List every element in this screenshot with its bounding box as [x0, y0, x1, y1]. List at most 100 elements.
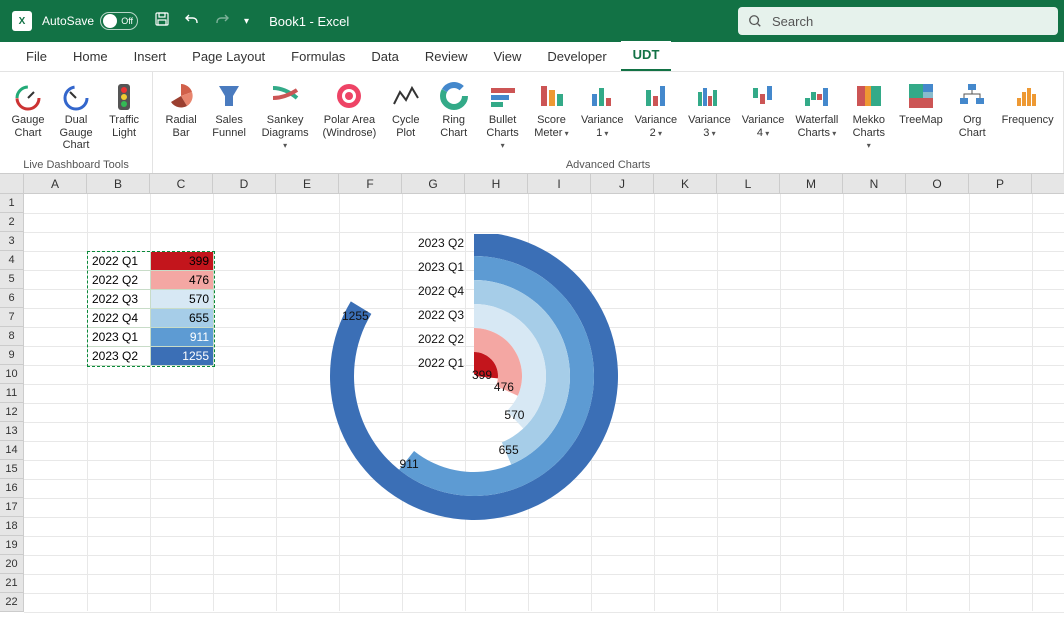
row-header-4[interactable]: 4 — [0, 251, 24, 270]
cell-value[interactable]: 911 — [151, 328, 214, 347]
tab-data[interactable]: Data — [359, 43, 410, 71]
ribbon-btn-variance-2[interactable]: Variance2 — [629, 76, 683, 157]
ribbon-btn-sankey-diagrams[interactable]: SankeyDiagrams — [253, 76, 317, 157]
row-header-21[interactable]: 21 — [0, 574, 24, 593]
col-header-G[interactable]: G — [402, 174, 465, 193]
tab-file[interactable]: File — [14, 43, 59, 71]
ribbon-btn-variance-1[interactable]: Variance1 — [575, 76, 629, 157]
row-header-22[interactable]: 22 — [0, 593, 24, 612]
col-header-O[interactable]: O — [906, 174, 969, 193]
ribbon-btn-variance-3[interactable]: Variance3 — [683, 76, 737, 157]
row-header-6[interactable]: 6 — [0, 289, 24, 308]
row-header-9[interactable]: 9 — [0, 346, 24, 365]
ribbon-btn-score-meter[interactable]: ScoreMeter — [527, 76, 575, 157]
tab-insert[interactable]: Insert — [122, 43, 179, 71]
tab-developer[interactable]: Developer — [535, 43, 618, 71]
tab-page-layout[interactable]: Page Layout — [180, 43, 277, 71]
ribbon-btn-cycle-plot[interactable]: CyclePlot — [382, 76, 430, 157]
row-header-7[interactable]: 7 — [0, 308, 24, 327]
ribbon-btn-frequency[interactable]: Frequency — [996, 76, 1059, 157]
row-header-19[interactable]: 19 — [0, 536, 24, 555]
col-header-B[interactable]: B — [87, 174, 150, 193]
ribbon-btn-variance-4[interactable]: Variance4 — [736, 76, 790, 157]
ribbon-btn-org-chart[interactable]: OrgChart — [948, 76, 996, 157]
row-header-2[interactable]: 2 — [0, 213, 24, 232]
save-icon[interactable] — [154, 11, 170, 32]
row-header-11[interactable]: 11 — [0, 384, 24, 403]
ribbon-btn-sales-funnel[interactable]: SalesFunnel — [205, 76, 253, 157]
table-row[interactable]: 2023 Q1911 — [88, 328, 214, 347]
col-header-C[interactable]: C — [150, 174, 213, 193]
ribbon-btn-traffic-light[interactable]: TrafficLight — [100, 76, 148, 157]
cell-value[interactable]: 1255 — [151, 347, 214, 366]
cell-value[interactable]: 570 — [151, 290, 214, 309]
col-header-A[interactable]: A — [24, 174, 87, 193]
col-header-E[interactable]: E — [276, 174, 339, 193]
cell-label[interactable]: 2022 Q2 — [88, 271, 151, 290]
table-row[interactable]: 2022 Q2476 — [88, 271, 214, 290]
cell-value[interactable]: 399 — [151, 252, 214, 271]
col-header-K[interactable]: K — [654, 174, 717, 193]
select-all-corner[interactable] — [0, 174, 24, 193]
spreadsheet[interactable]: ABCDEFGHIJKLMNOP 12345678910111213141516… — [0, 174, 1064, 611]
table-row[interactable]: 2022 Q1399 — [88, 252, 214, 271]
ribbon-btn-bullet-charts[interactable]: BulletCharts — [478, 76, 528, 157]
tab-review[interactable]: Review — [413, 43, 480, 71]
qat-customize-icon[interactable]: ▾ — [244, 16, 249, 27]
toggle-switch[interactable]: Off — [100, 12, 138, 30]
row-header-13[interactable]: 13 — [0, 422, 24, 441]
table-row[interactable]: 2022 Q4655 — [88, 309, 214, 328]
col-header-F[interactable]: F — [339, 174, 402, 193]
table-row[interactable]: 2022 Q3570 — [88, 290, 214, 309]
row-header-3[interactable]: 3 — [0, 232, 24, 251]
col-header-J[interactable]: J — [591, 174, 654, 193]
ribbon-btn-radial-bar[interactable]: RadialBar — [157, 76, 205, 157]
row-header-14[interactable]: 14 — [0, 441, 24, 460]
row-header-17[interactable]: 17 — [0, 498, 24, 517]
tab-view[interactable]: View — [481, 43, 533, 71]
cell-value[interactable]: 476 — [151, 271, 214, 290]
row-header-12[interactable]: 12 — [0, 403, 24, 422]
autosave-label: AutoSave — [42, 14, 94, 28]
col-header-H[interactable]: H — [465, 174, 528, 193]
undo-icon[interactable] — [184, 11, 200, 32]
grid[interactable]: 2022 Q13992022 Q24762022 Q35702022 Q4655… — [24, 194, 1064, 611]
ribbon-btn-ring-chart[interactable]: RingChart — [430, 76, 478, 157]
tab-udt[interactable]: UDT — [621, 41, 672, 71]
source-data-range[interactable]: 2022 Q13992022 Q24762022 Q35702022 Q4655… — [87, 251, 215, 367]
row-header-15[interactable]: 15 — [0, 460, 24, 479]
row-header-10[interactable]: 10 — [0, 365, 24, 384]
row-header-18[interactable]: 18 — [0, 517, 24, 536]
ribbon-btn-mekko-charts[interactable]: MekkoCharts — [844, 76, 894, 157]
cell-label[interactable]: 2022 Q1 — [88, 252, 151, 271]
tab-home[interactable]: Home — [61, 43, 120, 71]
col-header-P[interactable]: P — [969, 174, 1032, 193]
cell-label[interactable]: 2022 Q4 — [88, 309, 151, 328]
row-header-16[interactable]: 16 — [0, 479, 24, 498]
row-header-5[interactable]: 5 — [0, 270, 24, 289]
table-row[interactable]: 2023 Q21255 — [88, 347, 214, 366]
ribbon-btn-gauge-chart[interactable]: GaugeChart — [4, 76, 52, 157]
row-headers[interactable]: 12345678910111213141516171819202122 — [0, 194, 24, 612]
search-box[interactable]: Search — [738, 7, 1058, 35]
ribbon-btn-polar-area-windrose-[interactable]: Polar Area(Windrose) — [317, 76, 382, 157]
ribbon-btn-treemap[interactable]: TreeMap — [894, 76, 949, 157]
row-header-1[interactable]: 1 — [0, 194, 24, 213]
col-header-M[interactable]: M — [780, 174, 843, 193]
tab-formulas[interactable]: Formulas — [279, 43, 357, 71]
ribbon-btn-dual-gauge-chart[interactable]: Dual GaugeChart — [52, 76, 100, 157]
col-header-D[interactable]: D — [213, 174, 276, 193]
ribbon-btn-waterfall-charts[interactable]: WaterfallCharts — [790, 76, 844, 157]
col-header-N[interactable]: N — [843, 174, 906, 193]
autosave-toggle[interactable]: AutoSave Off — [42, 12, 138, 30]
column-headers[interactable]: ABCDEFGHIJKLMNOP — [0, 174, 1064, 194]
cell-label[interactable]: 2023 Q1 — [88, 328, 151, 347]
cell-label[interactable]: 2022 Q3 — [88, 290, 151, 309]
row-header-20[interactable]: 20 — [0, 555, 24, 574]
radial-bar-chart[interactable]: 2023 Q22023 Q12022 Q42022 Q32022 Q22022 … — [264, 234, 724, 614]
row-header-8[interactable]: 8 — [0, 327, 24, 346]
col-header-I[interactable]: I — [528, 174, 591, 193]
cell-label[interactable]: 2023 Q2 — [88, 347, 151, 366]
cell-value[interactable]: 655 — [151, 309, 214, 328]
col-header-L[interactable]: L — [717, 174, 780, 193]
